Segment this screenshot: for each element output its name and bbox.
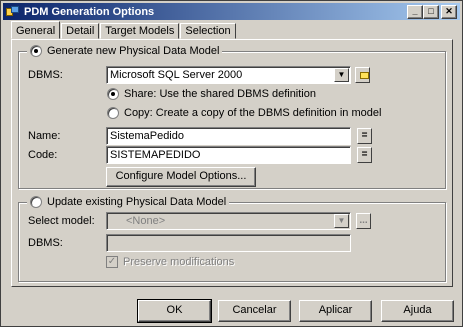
select-model-dropdown-arrow-icon[interactable]: ▼ [334,214,349,228]
minimize-button[interactable]: _ [407,5,423,19]
copy-label: Copy: Create a copy of the DBMS definiti… [124,107,382,119]
pdm-generation-options-dialog: PDM Generation Options _ □ ✕ General Det… [0,0,463,327]
share-radio[interactable]: Share: Use the shared DBMS definition [107,88,316,100]
share-label: Share: Use the shared DBMS definition [124,88,316,100]
app-icon [6,5,20,18]
update-existing-radio-dot[interactable] [30,196,42,208]
configure-model-options-button[interactable]: Configure Model Options... [106,167,256,187]
help-button[interactable]: Ajuda [381,300,454,322]
dbms-label: DBMS: [28,69,63,81]
generate-new-label: Generate new Physical Data Model [47,45,220,57]
select-model-combo[interactable]: <None> [106,212,351,230]
preserve-modifications-checkbox[interactable]: ✓ [106,256,118,268]
preserve-modifications-label: Preserve modifications [123,256,235,268]
apply-button[interactable]: Aplicar [299,300,372,322]
close-button[interactable]: ✕ [441,5,457,19]
generate-new-radio[interactable]: Generate new Physical Data Model [27,45,223,57]
dbms-select-value: Microsoft SQL Server 2000 [110,69,243,81]
name-code-sync-button[interactable]: = [357,128,372,144]
dbms-select[interactable]: Microsoft SQL Server 2000 [106,66,351,84]
tab-target-models[interactable]: Target Models [100,23,180,39]
general-tab-panel: Generate new Physical Data Model DBMS: M… [11,39,453,287]
dbms-dropdown-arrow-icon[interactable]: ▼ [334,68,349,82]
tab-general[interactable]: General [11,21,61,39]
existing-dbms-field [106,234,351,252]
window-title: PDM Generation Options [24,5,155,18]
copy-radio[interactable]: Copy: Create a copy of the DBMS definiti… [107,107,381,119]
select-model-label: Select model: [28,215,95,227]
code-input[interactable]: SISTEMAPEDIDO [106,146,351,164]
cancel-button[interactable]: Cancelar [218,300,291,322]
name-label: Name: [28,130,61,142]
title-bar: PDM Generation Options [3,3,460,20]
select-model-browse-button[interactable]: ... [356,213,371,229]
update-existing-label: Update existing Physical Data Model [47,196,227,208]
maximize-button[interactable]: □ [423,5,439,19]
code-label: Code: [28,149,58,161]
generate-new-group: Generate new Physical Data Model DBMS: M… [18,45,446,189]
ok-button[interactable]: OK [137,299,212,323]
tab-detail[interactable]: Detail [61,23,100,39]
tab-strip: General Detail Target Models Selection [11,21,237,39]
update-existing-group: Update existing Physical Data Model Sele… [18,196,446,282]
share-radio-dot[interactable] [107,88,119,100]
generate-new-radio-dot[interactable] [30,45,42,57]
update-existing-radio[interactable]: Update existing Physical Data Model [27,196,230,208]
folder-icon [360,72,369,79]
tab-selection[interactable]: Selection [180,23,236,39]
existing-dbms-label: DBMS: [28,237,63,249]
copy-radio-dot[interactable] [107,107,119,119]
name-input[interactable]: SistemaPedido [106,127,351,145]
code-name-sync-button[interactable]: = [357,147,372,163]
select-model-value: <None> [126,215,166,227]
dbms-browse-button[interactable] [355,67,370,83]
